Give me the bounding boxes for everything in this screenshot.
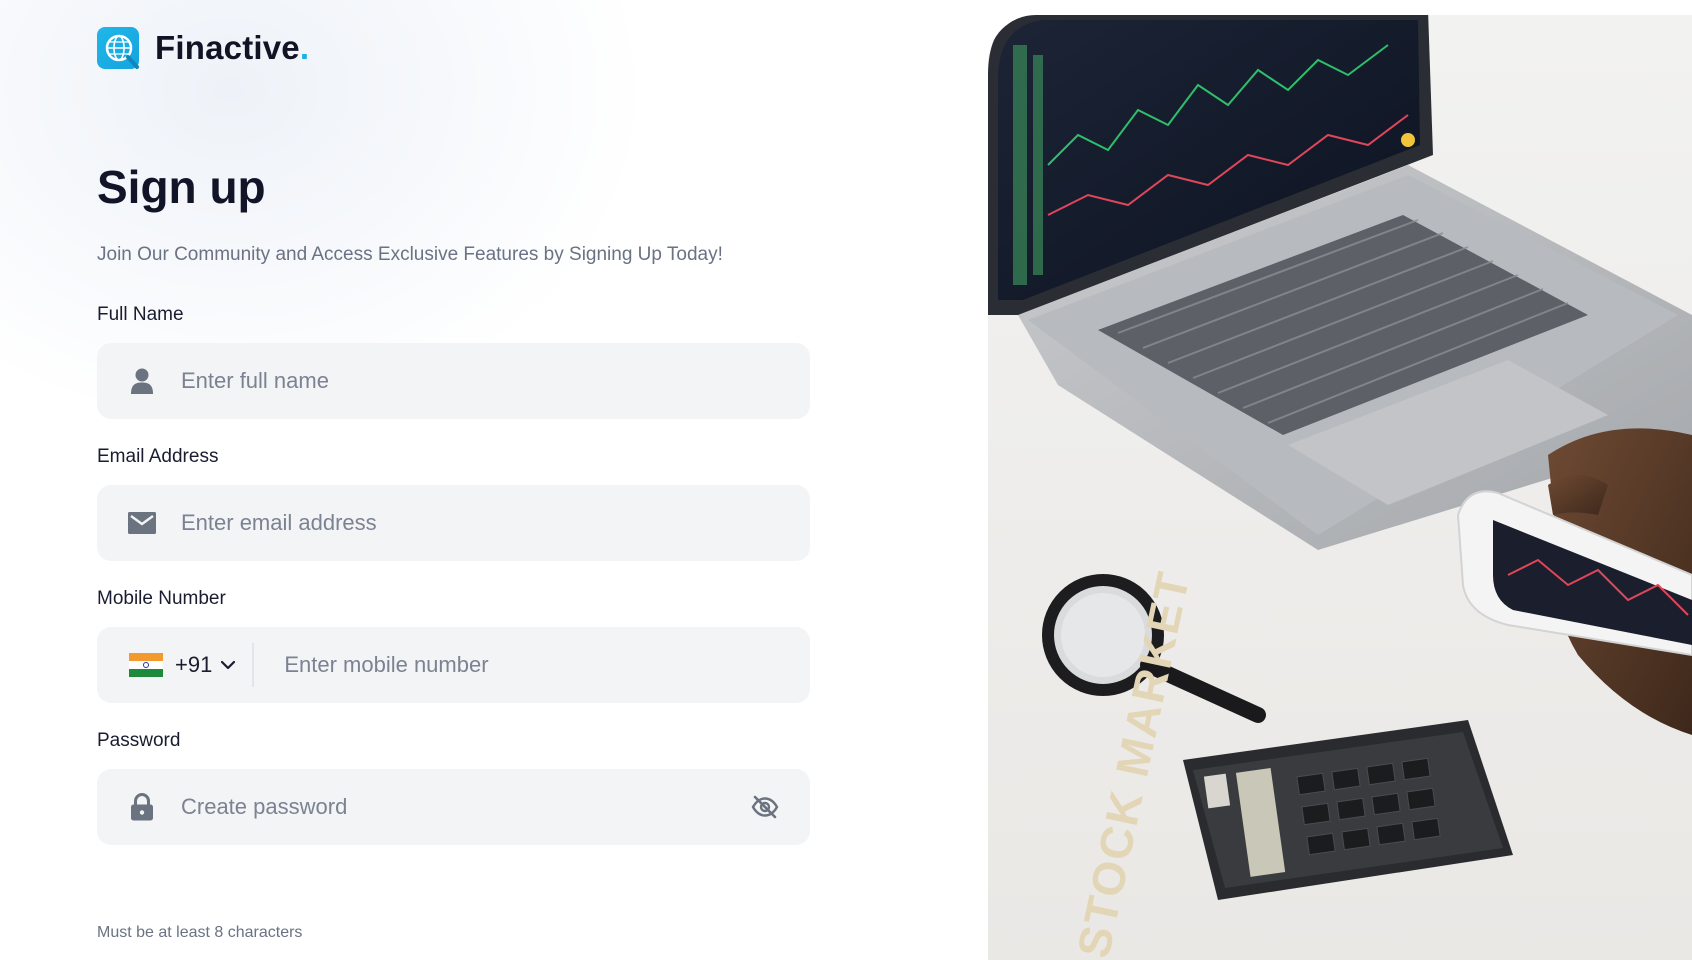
mobile-label: Mobile Number [97,588,226,609]
logo-globe-search-icon [97,27,139,69]
email-field[interactable] [97,485,810,561]
country-code-selector[interactable]: +91 [129,643,255,687]
brand-name: Finactive. [155,29,310,66]
mail-icon [127,508,157,538]
password-field[interactable] [97,769,810,845]
chevron-down-icon [220,660,236,670]
eye-off-icon[interactable] [750,792,780,822]
full-name-label: Full Name [97,304,184,325]
india-flag-icon [129,653,163,677]
email-label: Email Address [97,446,219,467]
mobile-input[interactable] [284,652,805,678]
password-label: Password [97,730,181,751]
lock-icon [127,792,157,822]
brand-logo[interactable]: Finactive. [97,27,309,69]
page-title: Sign up [97,161,266,213]
page-subtitle: Join Our Community and Access Exclusive … [97,244,723,265]
full-name-field[interactable] [97,343,810,419]
hero-illustration: STOCK MARKET [988,15,1692,960]
country-code: +91 [175,652,213,677]
password-hint: Must be at least 8 characters [97,924,303,941]
email-input[interactable] [181,510,701,536]
full-name-input[interactable] [181,368,701,394]
user-icon [127,366,157,396]
mobile-field[interactable]: +91 [97,627,810,703]
password-input[interactable] [181,794,701,820]
hero-image: STOCK MARKET [988,15,1692,960]
